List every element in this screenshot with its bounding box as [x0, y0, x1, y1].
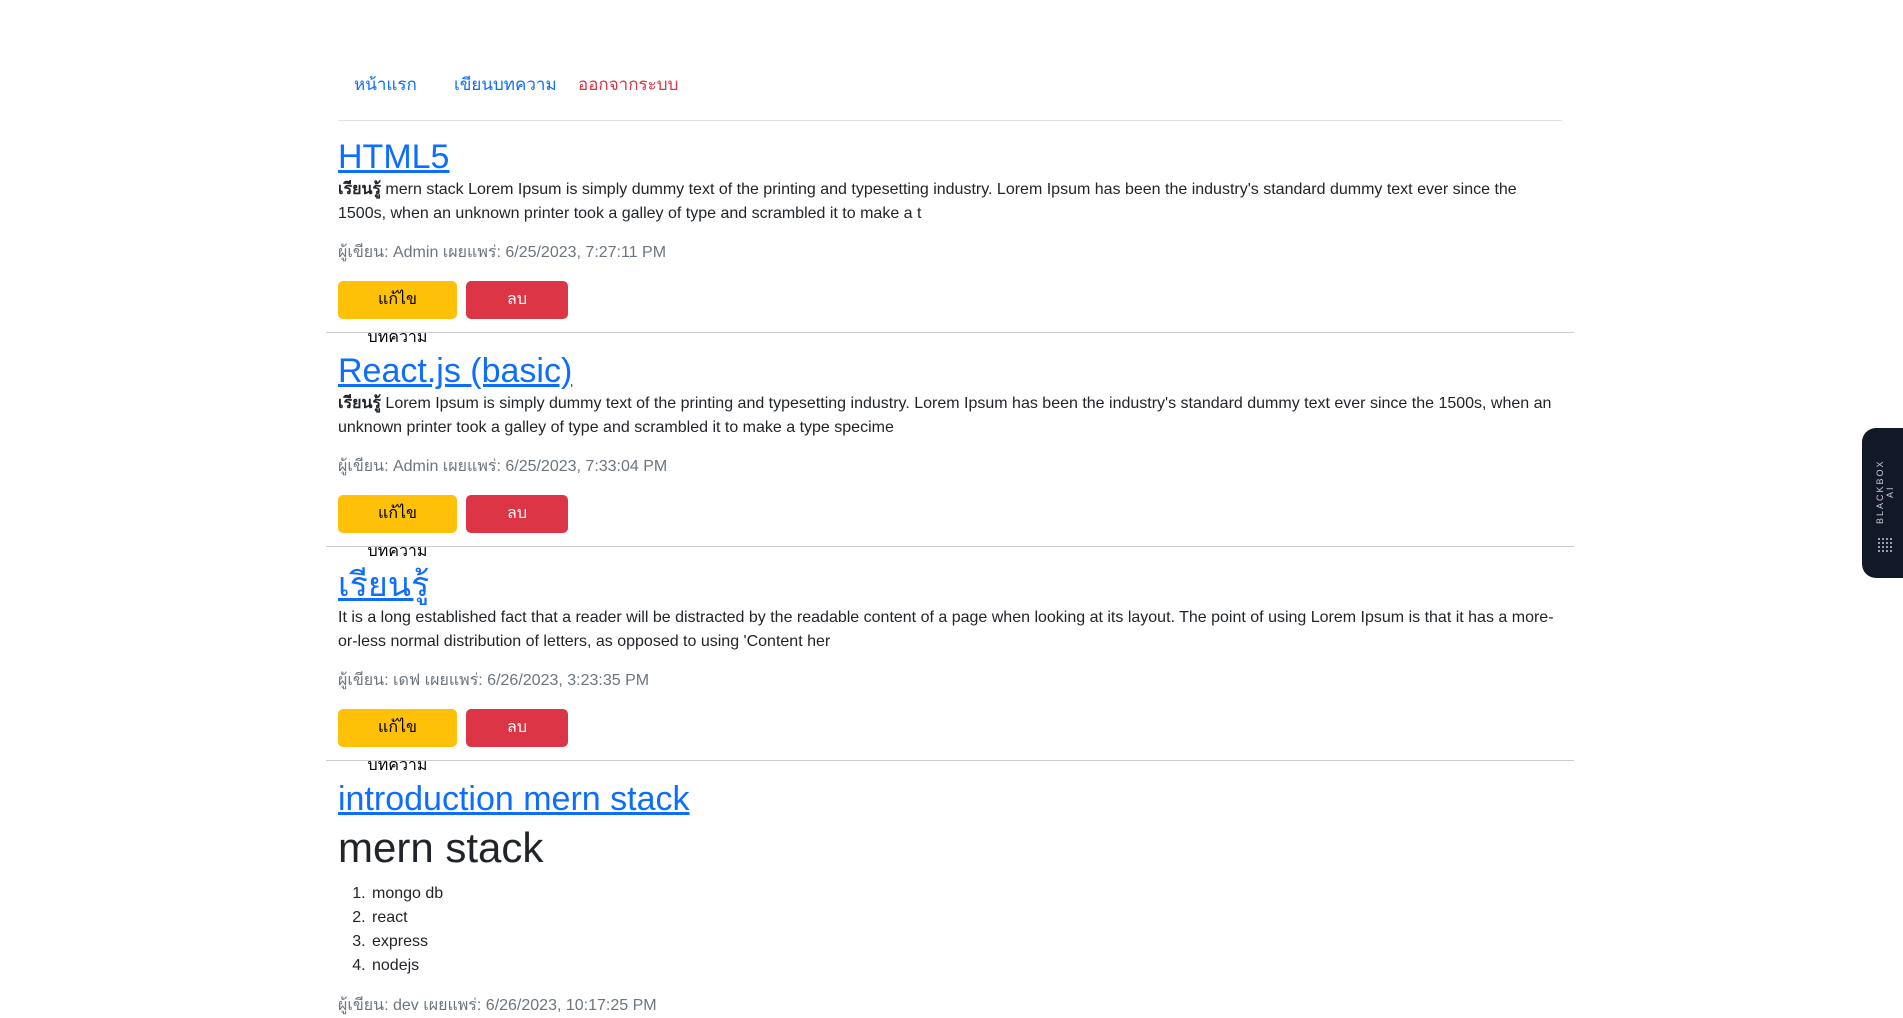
post-excerpt-text: Lorem Ipsum is simply dummy text of the … — [338, 395, 1552, 436]
top-nav: หน้าแรก เขียนบทความ ออกจากระบบ — [338, 60, 1562, 121]
nav-home-link[interactable]: หน้าแรก — [354, 75, 417, 95]
post-content-list: mongo db react express nodejs — [338, 882, 443, 978]
post-excerpt: เรียนรู้ mern stack Lorem Ipsum is simpl… — [338, 178, 1560, 226]
nav-write-link[interactable]: เขียนบทความ — [454, 75, 557, 95]
delete-post-button[interactable]: ลบบทความ — [466, 281, 568, 346]
blackbox-ai-label: BLACKBOX AI — [1875, 459, 1895, 525]
post-title-link[interactable]: introduction mern stack — [338, 778, 690, 820]
edit-post-button[interactable]: แก้ไขบทความ — [338, 281, 457, 346]
post-content-heading: mern stack — [338, 824, 544, 871]
post-excerpt-text: It is a long established fact that a rea… — [338, 609, 1554, 650]
blackbox-ai-widget[interactable]: BLACKBOX AI — [1862, 428, 1903, 578]
post-excerpt-text: mern stack Lorem Ipsum is simply dummy t… — [338, 181, 1517, 222]
post-excerpt-bold: เรียนรู้ — [338, 181, 381, 198]
post-meta: ผู้เขียน: dev เผยแพร่: 6/26/2023, 10:17:… — [338, 997, 657, 1014]
list-item: nodejs — [370, 954, 443, 978]
post-meta: ผู้เขียน: เดฟ เผยแพร่: 6/26/2023, 3:23:3… — [338, 672, 650, 689]
post-item: introduction mern stack mern stack mongo… — [326, 778, 1574, 1018]
list-item: react — [370, 906, 443, 930]
post-title-link[interactable]: HTML5 — [338, 136, 449, 178]
delete-post-button[interactable]: ลบบทความ — [466, 495, 568, 560]
post-item: เรียนรู้ It is a long established fact t… — [326, 564, 1574, 774]
list-item: mongo db — [370, 882, 443, 906]
blackbox-logo-icon — [1878, 538, 1892, 552]
post-meta: ผู้เขียน: Admin เผยแพร่: 6/25/2023, 7:27… — [338, 244, 667, 261]
post-meta: ผู้เขียน: Admin เผยแพร่: 6/25/2023, 7:33… — [338, 458, 668, 475]
post-item: HTML5 เรียนรู้ mern stack Lorem Ipsum is… — [326, 136, 1574, 346]
post-item: React.js (basic) เรียนรู้ Lorem Ipsum is… — [326, 350, 1574, 560]
post-title-link[interactable]: React.js (basic) — [338, 350, 572, 392]
list-item: express — [370, 930, 443, 954]
post-excerpt: เรียนรู้ Lorem Ipsum is simply dummy tex… — [338, 392, 1560, 440]
edit-post-button[interactable]: แก้ไขบทความ — [338, 495, 457, 560]
edit-post-button[interactable]: แก้ไขบทความ — [338, 709, 457, 774]
delete-post-button[interactable]: ลบบทความ — [466, 709, 568, 774]
post-excerpt-bold: เรียนรู้ — [338, 395, 381, 412]
nav-logout-link[interactable]: ออกจากระบบ — [578, 75, 678, 95]
post-title-link[interactable]: เรียนรู้ — [338, 564, 429, 606]
post-excerpt: It is a long established fact that a rea… — [338, 606, 1560, 654]
